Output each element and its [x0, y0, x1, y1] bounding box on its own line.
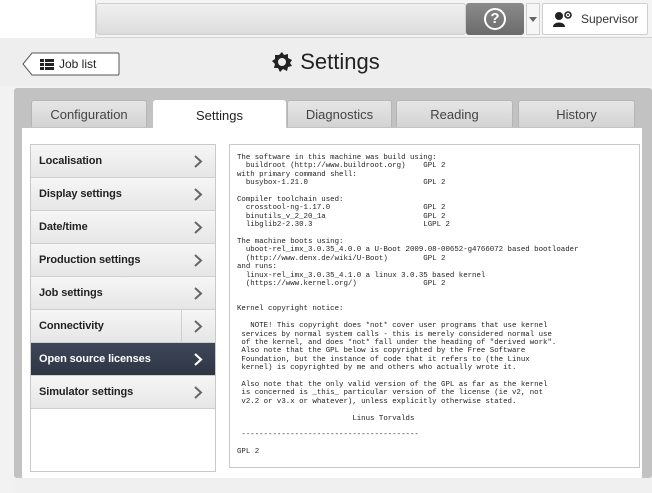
- sidebar-item-label: Display settings: [39, 188, 122, 200]
- chevron-right-icon: [181, 309, 215, 343]
- tab-history[interactable]: History: [518, 100, 635, 127]
- sidebar-item-display-settings[interactable]: Display settings: [31, 178, 215, 211]
- tab-configuration[interactable]: Configuration: [31, 100, 147, 127]
- page-title-text: Settings: [300, 49, 380, 74]
- chevron-right-icon: [181, 277, 215, 310]
- sidebar-item-simulator-settings[interactable]: Simulator settings: [31, 376, 215, 409]
- sidebar-item-label: Open source licenses: [39, 353, 151, 365]
- job-list-label: Job list: [59, 57, 97, 71]
- tab-settings[interactable]: Settings: [153, 100, 286, 130]
- settings-sidebar: Localisation Display settings Date/time …: [30, 144, 216, 472]
- sidebar-item-localisation[interactable]: Localisation: [31, 145, 215, 178]
- sidebar-item-open-source-licenses[interactable]: Open source licenses: [31, 343, 215, 376]
- help-button[interactable]: ?: [466, 3, 524, 35]
- gear-icon: [272, 52, 293, 72]
- sidebar-item-connectivity[interactable]: Connectivity: [31, 309, 215, 343]
- sidebar-item-label: Simulator settings: [39, 386, 134, 398]
- grid-icon: [40, 58, 54, 70]
- user-gear-icon: [553, 11, 572, 27]
- sidebar-item-date-time[interactable]: Date/time: [31, 211, 215, 244]
- sidebar-item-label: Localisation: [39, 155, 102, 167]
- chevron-right-icon: [181, 211, 215, 244]
- job-list-button[interactable]: Job list: [22, 52, 120, 76]
- help-icon: ?: [484, 8, 506, 30]
- tab-diagnostics[interactable]: Diagnostics: [287, 100, 392, 127]
- sidebar-item-label: Date/time: [39, 221, 88, 233]
- chevron-right-icon: [181, 145, 215, 178]
- caret-down-icon: [529, 16, 537, 22]
- top-left-tab[interactable]: [0, 0, 96, 38]
- sidebar-item-job-settings[interactable]: Job settings: [31, 277, 215, 310]
- user-name: Supervisor: [581, 12, 639, 26]
- license-text-panel[interactable]: The software in this machine was build u…: [229, 144, 640, 468]
- sidebar-item-label: Job settings: [39, 287, 103, 299]
- chevron-right-icon: [181, 376, 215, 409]
- sidebar-item-production-settings[interactable]: Production settings: [31, 244, 215, 277]
- chevron-right-icon: [181, 244, 215, 277]
- license-text: The software in this machine was build u…: [237, 154, 579, 457]
- bottom-edge: [14, 478, 652, 493]
- top-message-area: [96, 3, 466, 35]
- top-bar: ? Supervisor: [0, 0, 652, 38]
- user-dropdown-button[interactable]: [526, 3, 540, 35]
- tab-reading[interactable]: Reading: [396, 100, 513, 127]
- chevron-right-icon: [181, 343, 215, 376]
- sidebar-item-label: Production settings: [39, 254, 141, 266]
- sidebar-item-label: Connectivity: [39, 320, 104, 332]
- user-button[interactable]: Supervisor: [542, 3, 648, 35]
- chevron-right-icon: [181, 178, 215, 211]
